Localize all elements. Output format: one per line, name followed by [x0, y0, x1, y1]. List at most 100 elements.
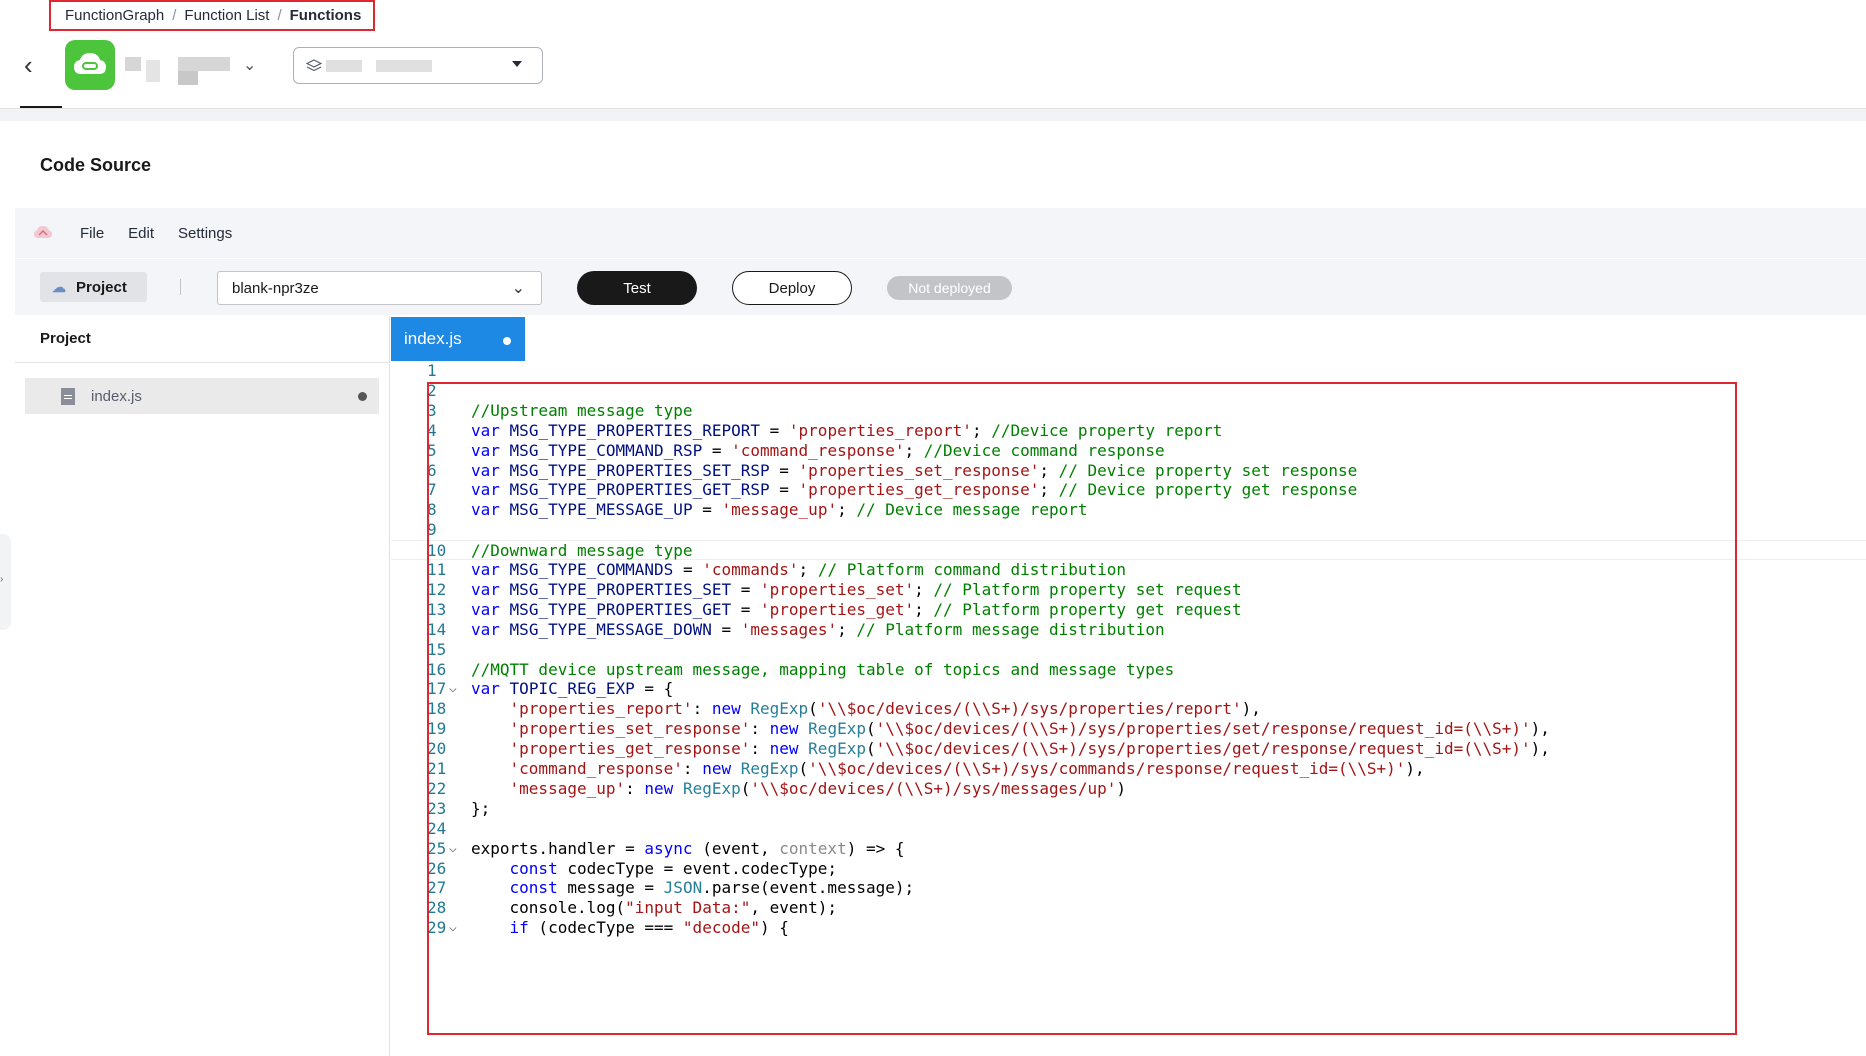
- line-number: 16: [427, 659, 447, 679]
- breadcrumb-functiongraph[interactable]: FunctionGraph: [65, 7, 164, 24]
- code-token: var: [471, 579, 500, 599]
- code-line[interactable]: 16 //MQTT device upstream message, mappin…: [391, 660, 1866, 680]
- code-text: 'properties_set_response': new RegExp('\…: [471, 719, 1550, 739]
- ide-toolbar: ☁ Project blank-npr3ze ⌄ Test Deploy Not…: [15, 259, 1866, 315]
- file-tree-item[interactable]: index.js: [25, 378, 379, 414]
- code-token: };: [471, 798, 491, 818]
- back-arrow-icon[interactable]: ‹: [24, 50, 48, 80]
- code-line[interactable]: 17 ⌵ var TOPIC_REG_EXP = {: [391, 679, 1866, 699]
- code-line[interactable]: 4 var MSG_TYPE_PROPERTIES_REPORT = 'prope…: [391, 421, 1866, 441]
- code-text: 'command_response': new RegExp('\\$oc/de…: [471, 759, 1425, 779]
- code-token: =: [702, 440, 732, 460]
- code-token: codecType = event.codecType;: [557, 858, 838, 878]
- code-token: var: [471, 480, 500, 500]
- code-line[interactable]: 25 ⌵ exports.handler = async (event, conte…: [391, 839, 1866, 859]
- code-token: RegExp: [750, 699, 809, 719]
- chevron-down-icon[interactable]: ⌄: [243, 55, 256, 75]
- code-line[interactable]: 26 const codecType = event.codecType;: [391, 859, 1866, 879]
- code-line[interactable]: 7 var MSG_TYPE_PROPERTIES_GET_RSP = 'prop…: [391, 480, 1866, 500]
- fold-chevron-icon[interactable]: ⌵: [449, 679, 465, 699]
- code-text: 'properties_report': new RegExp('\\$oc/d…: [471, 699, 1261, 719]
- code-token: MSG_TYPE_PROPERTIES_GET: [509, 599, 732, 619]
- code-line[interactable]: 22 'message_up': new RegExp('\\$oc/devic…: [391, 779, 1866, 799]
- code-token: MSG_TYPE_PROPERTIES_SET: [509, 579, 732, 599]
- version-select[interactable]: [293, 47, 543, 84]
- code-token: (event,: [692, 838, 780, 858]
- code-token: "decode": [682, 918, 760, 938]
- code-token: // Platform message distribution: [856, 619, 1165, 639]
- code-editor[interactable]: index.js 1 2 3//Upstream message type 4 var …: [391, 316, 1866, 1056]
- code-line[interactable]: 13 var MSG_TYPE_PROPERTIES_GET = 'propert…: [391, 600, 1866, 620]
- breadcrumb-function-list[interactable]: Function List: [184, 7, 269, 24]
- code-token: RegExp: [808, 739, 866, 759]
- code-line[interactable]: 29 ⌵ if (codecType === "decode") {: [391, 918, 1866, 938]
- code-text: exports.handler = async (event, context)…: [471, 839, 905, 859]
- code-line[interactable]: 10 //Downward message type: [391, 540, 1866, 560]
- sidebar-collapse-handle[interactable]: ›: [0, 534, 11, 630]
- menu-edit[interactable]: Edit: [128, 225, 154, 242]
- code-token: // Device property set response: [1058, 460, 1358, 480]
- code-line[interactable]: 12 var MSG_TYPE_PROPERTIES_SET = 'propert…: [391, 580, 1866, 600]
- fold-chevron-icon[interactable]: ⌵: [449, 918, 465, 938]
- code-token: (: [865, 719, 876, 739]
- project-button[interactable]: ☁ Project: [40, 272, 147, 302]
- panel-divider: [15, 362, 390, 363]
- code-text: var MSG_TYPE_PROPERTIES_GET_RSP = 'prope…: [471, 480, 1357, 500]
- breadcrumb: FunctionGraph / Function List / Function…: [49, 0, 375, 31]
- breadcrumb-separator: /: [277, 7, 282, 24]
- code-line[interactable]: 20 'properties_get_response': new RegExp…: [391, 739, 1866, 759]
- code-token: ;: [914, 579, 934, 599]
- code-line[interactable]: 3 //Upstream message type: [391, 401, 1866, 421]
- code-line[interactable]: 21 'command_response': new RegExp('\\$oc…: [391, 759, 1866, 779]
- line-number: 13: [427, 599, 447, 619]
- menu-settings[interactable]: Settings: [178, 225, 232, 242]
- editor-tab-index-js[interactable]: index.js: [391, 317, 525, 361]
- deploy-button[interactable]: Deploy: [732, 271, 852, 305]
- project-select[interactable]: blank-npr3ze ⌄: [217, 271, 542, 305]
- code-line[interactable]: 23};: [391, 799, 1866, 819]
- code-token: MSG_TYPE_PROPERTIES_REPORT: [509, 420, 760, 440]
- line-number: 5: [427, 440, 437, 460]
- code-line[interactable]: 28 console.log("input Data:", event);: [391, 898, 1866, 918]
- code-token: '\\$oc/devices/(\\S+)/sys/properties/get…: [875, 739, 1531, 759]
- code-token: .parse(event.message);: [702, 878, 915, 898]
- code-line[interactable]: 5 var MSG_TYPE_COMMAND_RSP = 'command_res…: [391, 441, 1866, 461]
- code-line[interactable]: 27 const message = JSON.parse(event.mess…: [391, 878, 1866, 898]
- code-text: //Upstream message type: [471, 401, 693, 421]
- code-line[interactable]: 2: [391, 381, 1866, 401]
- code-line[interactable]: 19 'properties_set_response': new RegExp…: [391, 719, 1866, 739]
- code-token: var: [471, 619, 500, 639]
- code-area[interactable]: 1 2 3//Upstream message type 4 var MSG_TYPE_…: [391, 361, 1866, 1056]
- code-line[interactable]: 14 var MSG_TYPE_MESSAGE_DOWN = 'messages'…: [391, 620, 1866, 640]
- code-token: MSG_TYPE_MESSAGE_DOWN: [509, 619, 712, 639]
- code-line[interactable]: 11 var MSG_TYPE_COMMANDS = 'commands'; //…: [391, 560, 1866, 580]
- test-button[interactable]: Test: [577, 271, 697, 305]
- code-token: 'properties_set_response': [509, 719, 751, 739]
- code-line[interactable]: 24: [391, 819, 1866, 839]
- code-token: '\\$oc/devices/(\\S+)/sys/properties/rep…: [817, 699, 1242, 719]
- function-name-blurred: [178, 57, 230, 71]
- code-line[interactable]: 6 var MSG_TYPE_PROPERTIES_SET_RSP = 'prop…: [391, 461, 1866, 481]
- menu-file[interactable]: File: [80, 225, 104, 242]
- code-token: var: [471, 500, 500, 520]
- project-button-label: Project: [76, 278, 127, 296]
- code-line[interactable]: 1: [391, 361, 1866, 381]
- function-name-blurred: [125, 57, 141, 71]
- code-line[interactable]: 8 var MSG_TYPE_MESSAGE_UP = 'message_up';…: [391, 500, 1866, 520]
- code-line[interactable]: 18 'properties_report': new RegExp('\\$o…: [391, 699, 1866, 719]
- line-number: 1: [427, 361, 437, 380]
- code-line[interactable]: 15: [391, 640, 1866, 660]
- code-token: '\\$oc/devices/(\\S+)/sys/commands/respo…: [808, 759, 1406, 778]
- code-token: ;: [798, 560, 818, 579]
- line-number: 9: [427, 520, 437, 540]
- code-token: MSG_TYPE_COMMANDS: [509, 560, 674, 579]
- modified-dot-icon: [358, 392, 367, 401]
- code-token: ;: [904, 440, 924, 460]
- code-token: RegExp: [808, 719, 866, 739]
- fold-chevron-icon[interactable]: ⌵: [449, 839, 465, 859]
- code-line[interactable]: 9: [391, 520, 1866, 540]
